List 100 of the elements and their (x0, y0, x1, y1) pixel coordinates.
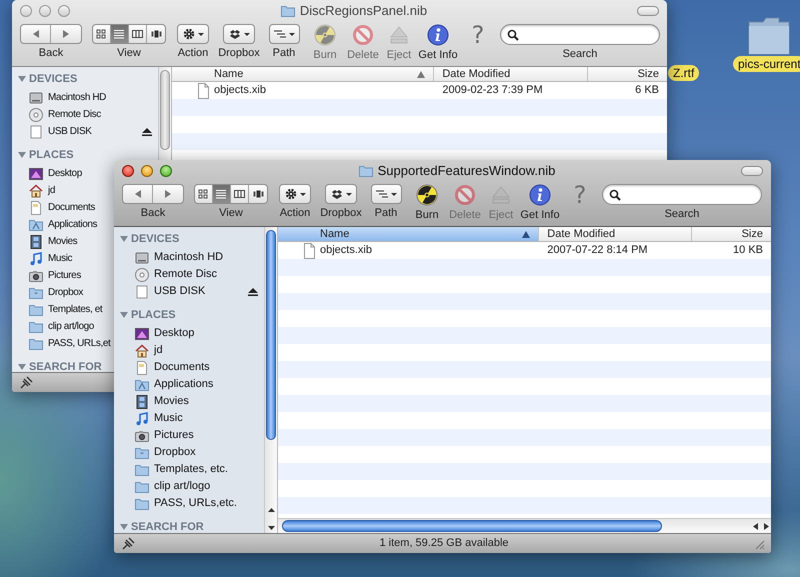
sidebar-item[interactable]: USB DISK (114, 283, 264, 300)
box-icon (330, 188, 344, 200)
sidebar-item[interactable]: Remote Disc (114, 266, 264, 283)
music-note-icon (28, 250, 44, 266)
scrollbar[interactable] (264, 227, 277, 533)
column-header[interactable]: Name (172, 67, 434, 81)
zoom-button[interactable] (58, 5, 70, 17)
music-note-icon (134, 410, 150, 426)
toolbar-toggle-button[interactable] (741, 166, 763, 176)
folder-icon (280, 3, 296, 19)
zoom-button[interactable] (160, 165, 172, 177)
sidebar-item[interactable]: Applications (12, 216, 98, 233)
disclosure-triangle-icon[interactable] (120, 523, 128, 531)
column-header[interactable]: Date Modified (539, 227, 692, 241)
burn-button[interactable] (416, 184, 438, 206)
sidebar-item[interactable]: jd (114, 342, 264, 359)
minimize-button[interactable] (141, 165, 153, 177)
sidebar-item[interactable]: clip art/logo (12, 318, 94, 335)
eject-icon[interactable] (248, 288, 258, 296)
view-control[interactable] (92, 24, 166, 44)
column-header[interactable]: Date Modified (434, 67, 588, 81)
back-forward-control[interactable] (122, 184, 184, 204)
drive-icon (134, 250, 150, 266)
sidebar-item[interactable]: Music (12, 250, 72, 267)
view-control[interactable] (194, 184, 268, 204)
sidebar-item[interactable]: Macintosh HD (12, 89, 106, 106)
path-button[interactable] (268, 24, 300, 44)
sidebar-item[interactable]: Desktop (114, 325, 264, 342)
sidebar-item[interactable]: Movies (12, 233, 78, 250)
help-button[interactable]: ? (472, 24, 484, 46)
search-field[interactable] (500, 24, 660, 45)
left-arrow-icon (32, 29, 40, 39)
disclosure-triangle-icon[interactable] (120, 311, 128, 319)
action-button[interactable] (279, 184, 311, 204)
eject-icon[interactable] (142, 128, 152, 136)
sidebar-item[interactable]: PASS, URLs,etc. (114, 495, 264, 512)
info-icon (529, 184, 551, 206)
info-button[interactable] (427, 24, 449, 46)
sidebar-section-title: SEARCH FOR (29, 360, 102, 372)
close-button[interactable] (122, 165, 134, 177)
toolbar-label: View (117, 47, 141, 60)
sidebar-section-title: SEARCH FOR (131, 520, 204, 533)
radiation-icon (416, 184, 438, 206)
document-icon (28, 200, 44, 216)
view-mode-button[interactable] (231, 185, 249, 203)
disclosure-triangle-icon[interactable] (18, 75, 26, 83)
path-button[interactable] (370, 184, 402, 204)
view-mode-button[interactable] (129, 25, 147, 43)
toolbar-label: Dropbox (320, 207, 362, 220)
scrollbar[interactable] (158, 67, 171, 160)
toolbar-label: Action (178, 47, 208, 60)
sidebar-item[interactable]: Templates, et (12, 301, 102, 318)
toolbar-label: Burn (415, 209, 439, 222)
dropbox-button[interactable] (223, 24, 255, 44)
toolbar-toggle-button[interactable] (637, 6, 659, 16)
sidebar-item[interactable]: clip art/logo (114, 478, 264, 495)
column-header[interactable]: Size (588, 67, 667, 81)
info-icon (427, 24, 449, 46)
scroll-thumb[interactable] (282, 520, 662, 532)
file-name[interactable]: objects.xib (320, 242, 372, 259)
sidebar-item[interactable]: Documents (12, 199, 95, 216)
sidebar-item[interactable]: Pictures (114, 427, 264, 444)
sidebar-item[interactable]: Pictures (12, 267, 81, 284)
dropbox-button[interactable] (325, 184, 357, 204)
sidebar-item[interactable]: Dropbox (12, 284, 83, 301)
toolbar-label: Back (140, 207, 166, 220)
disclosure-triangle-icon[interactable] (120, 235, 128, 243)
sidebar-item[interactable]: Remote Disc (12, 106, 101, 123)
resize-grip-icon[interactable] (753, 538, 765, 550)
sidebar-item[interactable]: Templates, etc. (114, 461, 264, 478)
file-name[interactable]: objects.xib (214, 82, 266, 99)
sidebar-item[interactable]: USB DISK (12, 123, 158, 140)
scroll-thumb[interactable] (266, 230, 276, 440)
close-button[interactable] (20, 5, 32, 17)
disclosure-triangle-icon[interactable] (18, 363, 26, 371)
sidebar-item[interactable]: PASS, URLs,et (12, 335, 110, 352)
search-field[interactable] (602, 184, 762, 205)
column-header[interactable]: Size (692, 227, 771, 241)
sidebar-item[interactable]: Dropbox (114, 444, 264, 461)
column-header[interactable]: Name (278, 227, 540, 241)
drive-icon (28, 90, 44, 106)
action-button[interactable] (177, 24, 209, 44)
scrollbar[interactable] (278, 518, 771, 533)
sidebar-item[interactable]: Music (114, 410, 264, 427)
info-button[interactable] (529, 184, 551, 206)
grid-icon (198, 189, 209, 199)
toolbar-label: View (219, 207, 243, 220)
toolbar-label: Path (374, 207, 398, 220)
scroll-thumb[interactable] (160, 70, 170, 150)
sidebar-item[interactable]: Macintosh HD (114, 249, 264, 266)
disclosure-triangle-icon[interactable] (18, 151, 26, 159)
file-label[interactable]: Z.rtf (668, 65, 700, 81)
sidebar-item[interactable]: Desktop (12, 165, 82, 182)
sidebar-item[interactable]: Documents (114, 359, 264, 376)
minimize-button[interactable] (39, 5, 51, 17)
back-forward-control[interactable] (20, 24, 82, 44)
sidebar-item[interactable]: jd (12, 182, 55, 199)
sidebar-item[interactable]: Applications (114, 376, 264, 393)
disc-icon (28, 106, 44, 122)
sidebar-item[interactable]: Movies (114, 393, 264, 410)
